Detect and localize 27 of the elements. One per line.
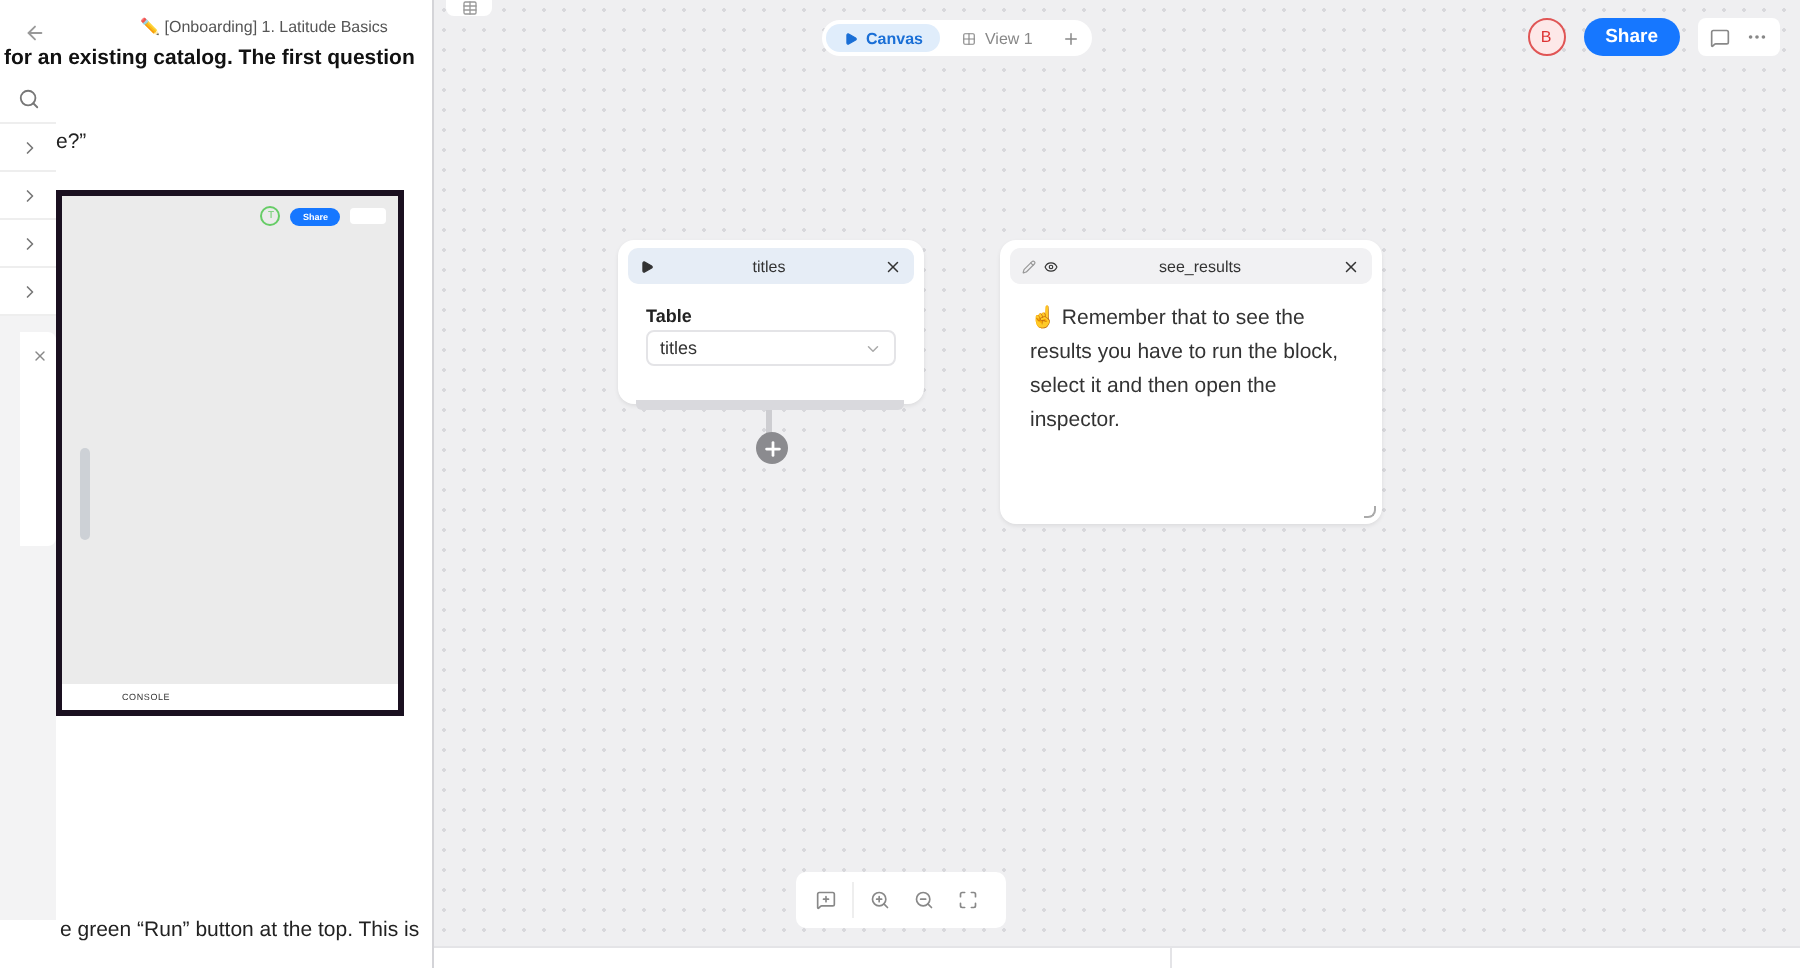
share-button[interactable]: Share [1583,18,1680,56]
back-arrow-icon[interactable] [24,22,46,44]
document-title: ✏ [Onboarding] 1. Latitude Basics [140,17,388,35]
view-tab[interactable]: Canvas [826,24,941,52]
resize-handle[interactable] [1364,506,1376,518]
close-icon[interactable] [884,257,902,275]
user-avatar[interactable]: B [1527,18,1566,56]
play-icon[interactable] [640,259,654,273]
table-select[interactable]: titles [646,330,896,366]
paragraph-text: for an existing catalog. The first question [4,46,417,70]
paragraph-text: e?” [56,130,89,154]
close-icon[interactable] [1342,257,1360,275]
block-title: titles [750,257,788,275]
table-block[interactable]: titles Table titles [618,240,924,404]
view-tab[interactable]: View 1 [944,24,1051,52]
play-icon [844,31,858,45]
eye-icon[interactable] [1044,259,1058,273]
text-block[interactable]: see_results ☝ Remember that to see the results you have to run the block, select it and then open the inspector. [1000,240,1382,524]
grid-icon [962,31,977,45]
search-icon[interactable] [18,88,40,110]
note-text: ☝ Remember that to see the results you have to run the block, select it and then open the inspector. [1030,303,1341,436]
field-label: Table [646,306,694,326]
plus-icon [761,437,783,459]
scrollbar-thumb [80,448,90,540]
paragraph-text: e green “Run” button at the top. This is [60,918,422,942]
pencil-icon[interactable] [1022,259,1036,273]
block-title: see_results [1157,257,1243,275]
